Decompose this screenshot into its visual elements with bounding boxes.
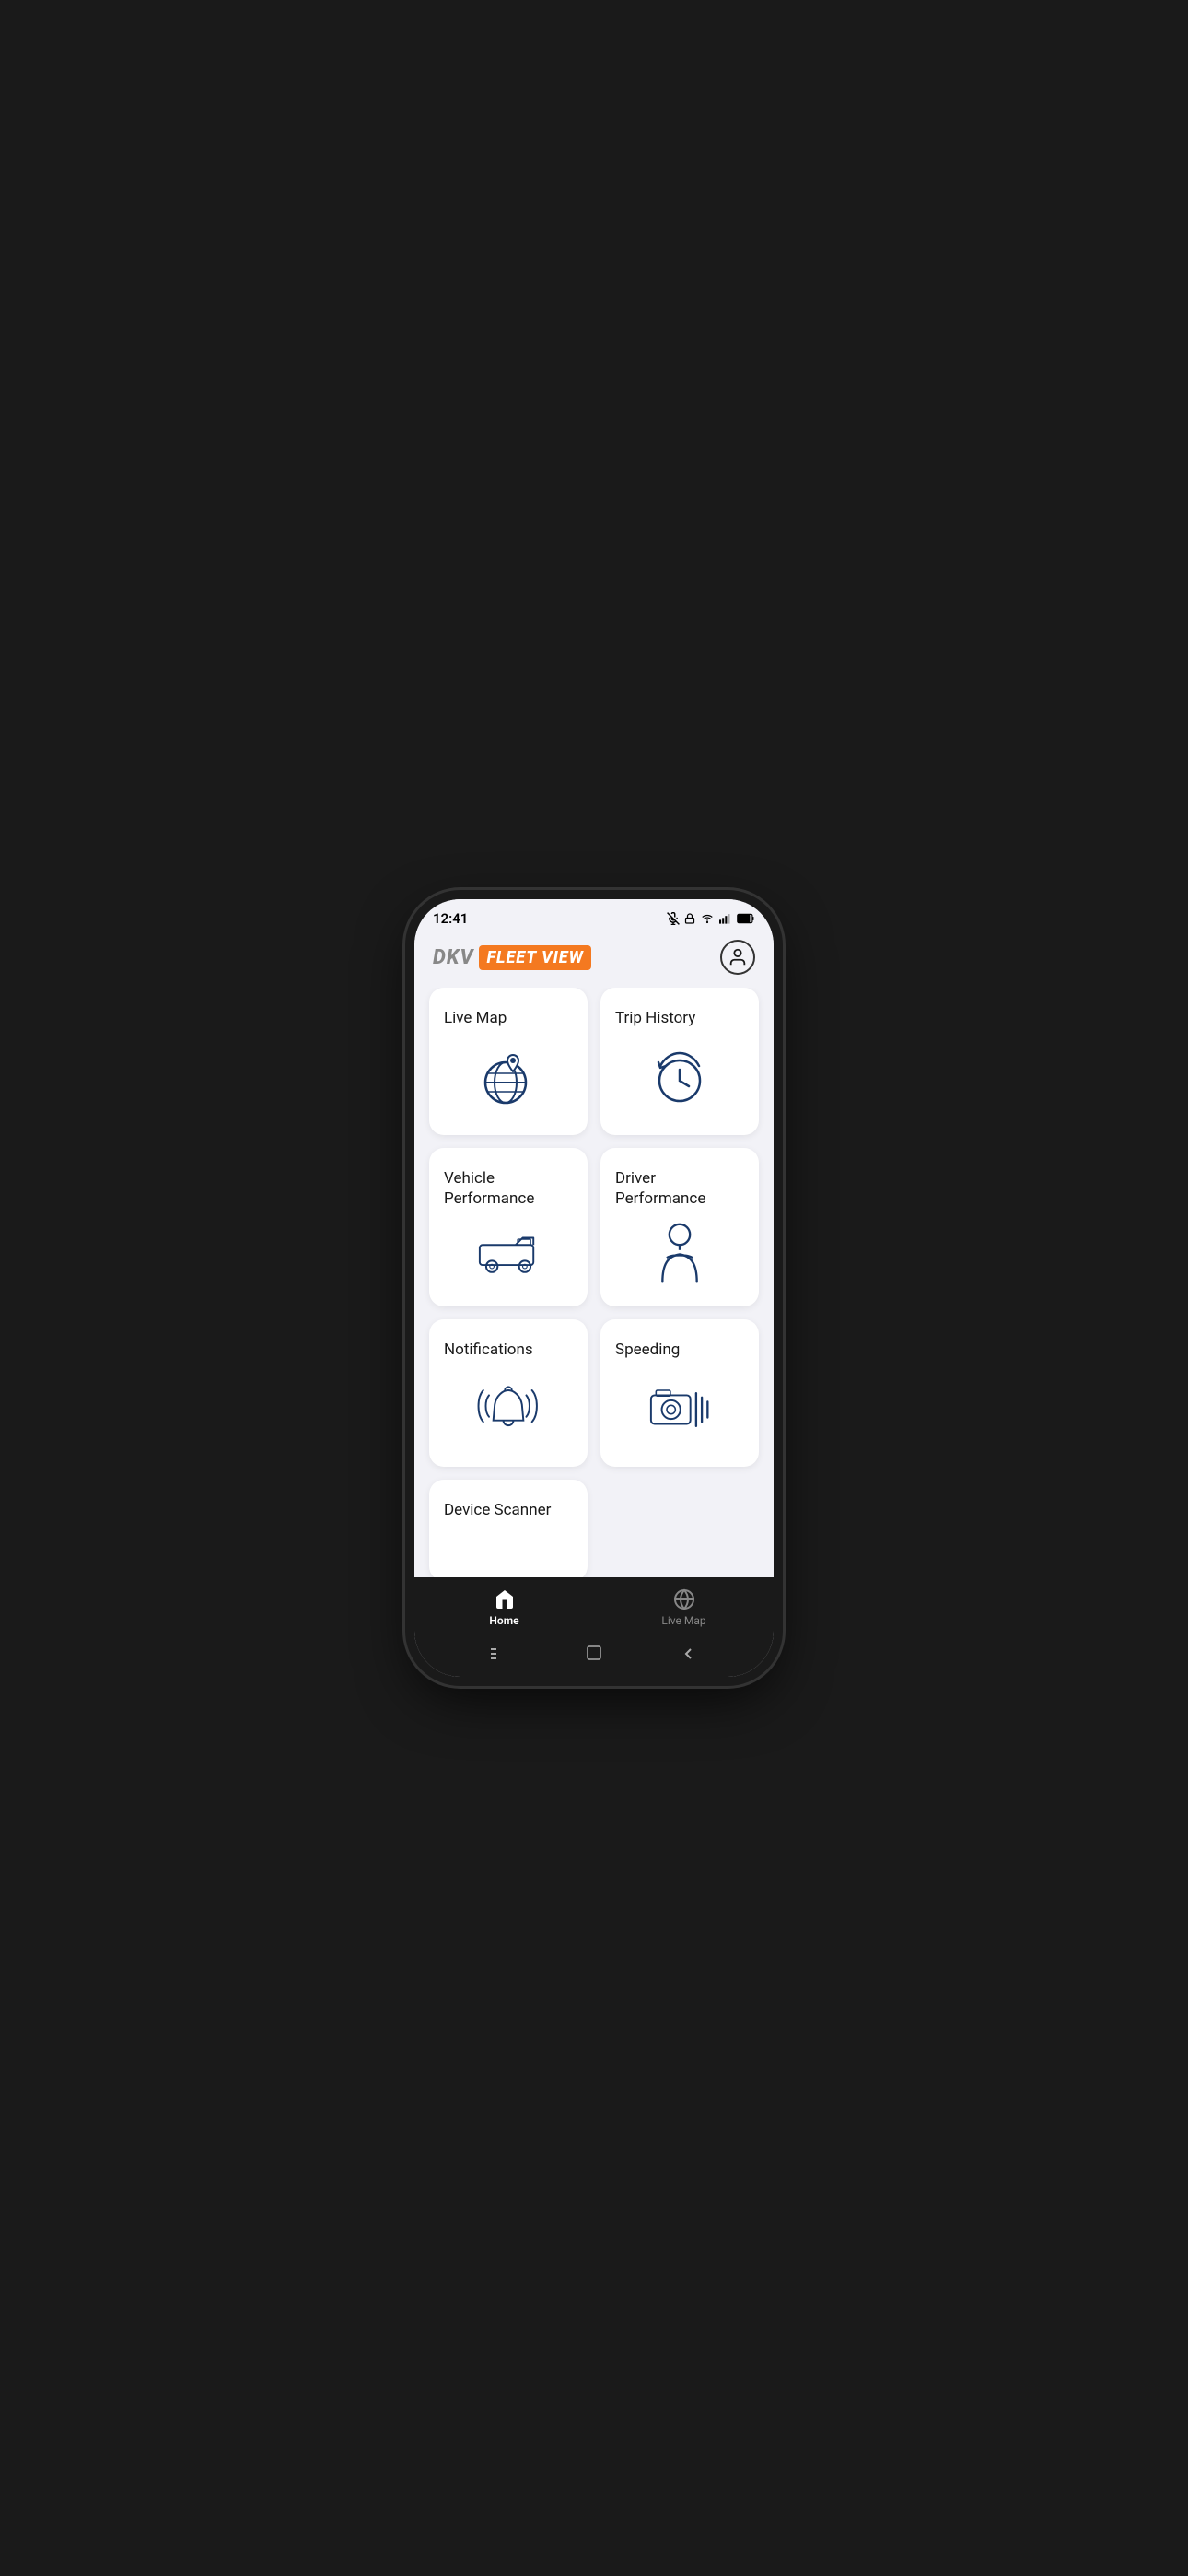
speeding-icon-area — [615, 1373, 744, 1446]
bell-waves-icon — [476, 1377, 541, 1442]
live-map-icon-area — [444, 1041, 573, 1115]
android-back-btn[interactable] — [675, 1646, 703, 1664]
vehicle-performance-title: Vehicle Performance — [444, 1168, 534, 1209]
live-map-title: Live Map — [444, 1008, 507, 1028]
nav-home-label: Home — [489, 1614, 518, 1627]
trip-history-icon-area — [615, 1041, 744, 1115]
globe-pin-icon — [476, 1046, 541, 1110]
main-content: Live Map — [414, 988, 774, 1577]
signal-icon — [719, 913, 732, 924]
nav-livemap[interactable]: Live Map — [594, 1577, 774, 1636]
battery-icon — [737, 913, 755, 924]
live-map-card[interactable]: Live Map — [429, 988, 588, 1135]
lock-icon — [684, 912, 695, 925]
globe-nav-icon — [673, 1588, 695, 1610]
vehicle-performance-icon-area — [444, 1222, 573, 1286]
mute-icon — [667, 912, 680, 925]
speeding-card[interactable]: Speeding — [600, 1319, 759, 1467]
logo-dkv: DKV — [433, 946, 473, 969]
android-recents-btn[interactable] — [485, 1646, 513, 1664]
profile-icon[interactable] — [720, 940, 755, 975]
speeding-title: Speeding — [615, 1340, 680, 1360]
driver-performance-icon-area — [615, 1222, 744, 1286]
device-scanner-card[interactable]: Device Scanner — [429, 1480, 588, 1577]
phone-frame: 12:41 — [414, 899, 774, 1677]
speed-camera-icon — [647, 1377, 712, 1442]
status-bar: 12:41 — [414, 899, 774, 932]
android-nav — [414, 1636, 774, 1677]
notifications-title: Notifications — [444, 1340, 533, 1360]
android-home-btn[interactable] — [580, 1645, 608, 1664]
bottom-nav: Home Live Map — [414, 1577, 774, 1636]
history-icon — [647, 1046, 712, 1110]
menu-grid: Live Map — [429, 988, 759, 1577]
status-icons — [667, 912, 755, 925]
logo-container: DKV FLEET VIEW — [433, 945, 591, 970]
wifi-icon — [700, 913, 715, 924]
driver-icon — [647, 1222, 712, 1286]
nav-livemap-label: Live Map — [661, 1614, 705, 1627]
device-scanner-title: Device Scanner — [444, 1500, 551, 1520]
app-header: DKV FLEET VIEW — [414, 932, 774, 988]
van-icon — [476, 1222, 541, 1286]
nav-home[interactable]: Home — [414, 1577, 594, 1636]
logo-fleetview: FLEET VIEW — [479, 945, 590, 970]
driver-performance-title: Driver Performance — [615, 1168, 705, 1209]
vehicle-performance-card[interactable]: Vehicle Performance — [429, 1148, 588, 1306]
notifications-card[interactable]: Notifications — [429, 1319, 588, 1467]
trip-history-title: Trip History — [615, 1008, 695, 1028]
home-nav-icon — [494, 1588, 516, 1610]
trip-history-card[interactable]: Trip History — [600, 988, 759, 1135]
status-time: 12:41 — [433, 910, 468, 927]
notifications-icon-area — [444, 1373, 573, 1446]
driver-performance-card[interactable]: Driver Performance — [600, 1148, 759, 1306]
